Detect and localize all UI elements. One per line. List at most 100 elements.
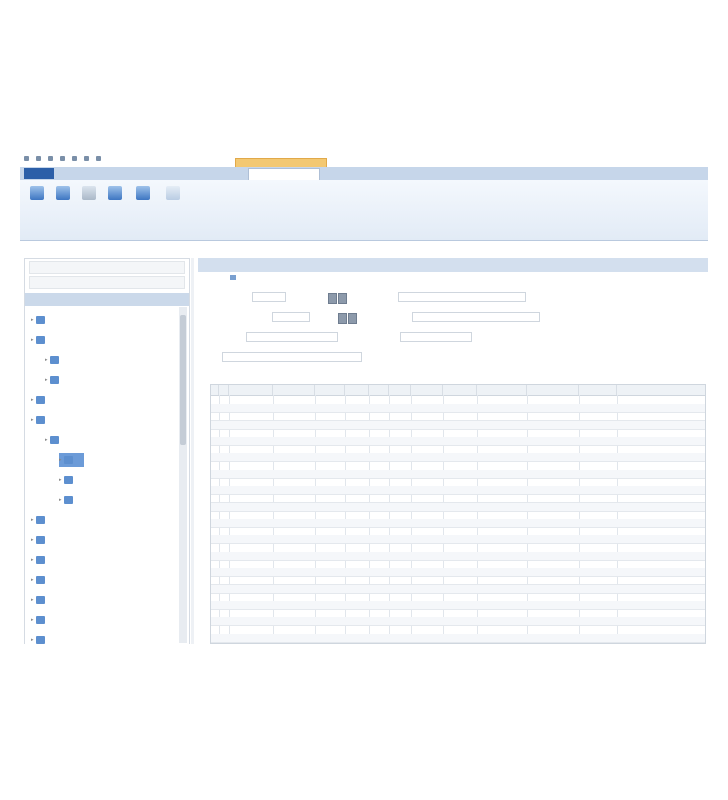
scrollbar-thumb[interactable] <box>180 315 186 445</box>
tree-item[interactable]: ▸ <box>31 553 50 567</box>
customize-icon[interactable] <box>84 156 89 161</box>
pin-icon[interactable] <box>230 275 236 280</box>
column-header[interactable] <box>219 385 229 395</box>
row-number <box>219 494 229 502</box>
row-number <box>219 527 229 535</box>
selector-1[interactable] <box>29 261 185 274</box>
ribbon-button-2[interactable] <box>52 186 74 202</box>
ribbon-button-5[interactable] <box>132 186 154 202</box>
column-header[interactable] <box>315 385 345 395</box>
tree-item[interactable]: ▸ <box>59 453 84 467</box>
settings-icon <box>166 186 180 200</box>
column-header[interactable] <box>345 385 369 395</box>
undo-icon[interactable] <box>48 156 53 161</box>
breadcrumb <box>20 245 708 255</box>
tree-node-icon <box>64 455 73 464</box>
column-header[interactable] <box>477 385 527 395</box>
field3-up-button[interactable] <box>348 313 357 324</box>
row-number <box>219 634 229 642</box>
dropdown-icon[interactable] <box>96 156 101 161</box>
ribbon-tab-2[interactable] <box>86 169 112 179</box>
navigation-panel: ▸ ▸ ▸ ▸ ▸ ▸ ▸ ▸ ▸ ▸ ▸ ▸ ▸ ▸ ▸ ▸ ▸ <box>24 258 190 644</box>
tree-item[interactable]: ▸ <box>31 613 50 627</box>
ribbon-button-4[interactable] <box>104 186 126 202</box>
tree-item[interactable]: ▸ <box>31 313 50 327</box>
tree-item[interactable]: ▸ <box>31 333 50 347</box>
grid-icon <box>30 186 44 200</box>
selector-2[interactable] <box>29 276 185 289</box>
row-number <box>219 437 229 445</box>
field3-down-button[interactable] <box>338 313 347 324</box>
ribbon-tab-bar <box>20 167 708 181</box>
row-number <box>219 626 229 634</box>
tree-item[interactable]: ▸ <box>59 473 78 487</box>
tree-item[interactable]: ▸ <box>31 593 50 607</box>
ribbon-tab-3[interactable] <box>118 169 144 179</box>
column-header[interactable] <box>211 385 219 395</box>
tree-item[interactable]: ▸ <box>31 573 50 587</box>
tree-item[interactable]: ▸ <box>31 393 50 407</box>
row-number <box>219 593 229 601</box>
field6-input[interactable] <box>400 332 472 342</box>
tree-node-icon <box>36 555 45 564</box>
row-number <box>219 470 229 478</box>
row-number <box>219 421 229 429</box>
ribbon-tab-1[interactable] <box>58 169 84 179</box>
grid-header <box>211 385 705 396</box>
field2-input[interactable] <box>398 292 526 302</box>
field1-up-button[interactable] <box>338 293 347 304</box>
ribbon-button-6[interactable] <box>162 186 184 202</box>
row-number <box>219 568 229 576</box>
tree-node-icon <box>64 475 73 484</box>
row-number <box>219 552 229 560</box>
row-number <box>219 544 229 552</box>
tree-item[interactable]: ▸ <box>31 513 50 527</box>
file-tab[interactable] <box>24 168 54 179</box>
tree-item[interactable]: ▸ <box>45 433 64 447</box>
column-header[interactable] <box>443 385 477 395</box>
row-number <box>219 404 229 412</box>
tree-node-icon <box>36 515 45 524</box>
column-header[interactable] <box>527 385 579 395</box>
column-header[interactable] <box>389 385 411 395</box>
tree-item[interactable]: ▸ <box>31 533 50 547</box>
row-number <box>219 601 229 609</box>
tree-scrollbar[interactable] <box>179 307 187 643</box>
ribbon-button-1[interactable] <box>26 186 48 202</box>
field4-input[interactable] <box>412 312 540 322</box>
row-number <box>219 486 229 494</box>
row-number <box>219 511 229 519</box>
tree-item[interactable]: ▸ <box>31 633 50 644</box>
field1-input[interactable] <box>252 292 286 302</box>
field3-input[interactable] <box>272 312 310 322</box>
table-icon <box>136 186 150 200</box>
column-header[interactable] <box>273 385 315 395</box>
column-header[interactable] <box>229 385 273 395</box>
column-header[interactable] <box>579 385 617 395</box>
tree-item[interactable]: ▸ <box>59 493 78 507</box>
row-number <box>219 412 229 420</box>
tree-item[interactable]: ▸ <box>45 353 64 367</box>
redo-icon[interactable] <box>60 156 65 161</box>
field5-input[interactable] <box>246 332 338 342</box>
column-header[interactable] <box>411 385 443 395</box>
tree-node-icon <box>36 335 45 344</box>
ribbon-button-3[interactable] <box>78 186 100 202</box>
panel-splitter[interactable] <box>191 258 194 644</box>
column-header[interactable] <box>369 385 389 395</box>
tree-node-icon <box>64 495 73 504</box>
field1-down-button[interactable] <box>328 293 337 304</box>
row-number <box>219 453 229 461</box>
table-row[interactable] <box>211 633 705 643</box>
save-icon[interactable] <box>36 156 41 161</box>
tree-item[interactable]: ▸ <box>31 413 50 427</box>
field7-input[interactable] <box>222 352 362 362</box>
ribbon-tab-4[interactable] <box>146 169 172 179</box>
row-number <box>219 445 229 453</box>
ribbon-tab-5[interactable] <box>178 169 204 179</box>
row-number <box>219 560 229 568</box>
tree-item[interactable]: ▸ <box>45 373 64 387</box>
app-icon <box>24 156 29 161</box>
row-number <box>219 478 229 486</box>
print-icon[interactable] <box>72 156 77 161</box>
